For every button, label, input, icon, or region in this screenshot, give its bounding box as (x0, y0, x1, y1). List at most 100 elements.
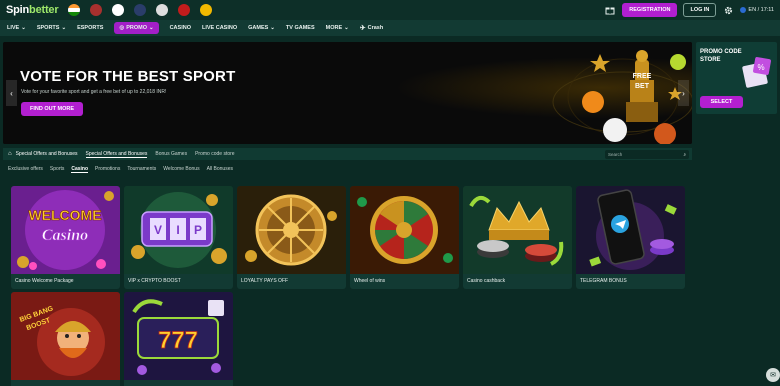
gift-icon[interactable] (604, 4, 616, 16)
bonus-card-casino-welcome[interactable]: WELCOME Casino Casino Welcome Package (11, 186, 120, 289)
nav-esports-label: ESPORTS (77, 25, 104, 31)
logo-main: Spin (6, 4, 30, 16)
tab-sports[interactable]: Sports (50, 166, 64, 173)
login-button[interactable]: LOG IN (683, 3, 717, 17)
logo-accent: better (29, 4, 59, 16)
breadcrumb-special-offers[interactable]: Special Offers and Bonuses (16, 151, 78, 157)
lang-time-label: EN / 17:11 (748, 7, 774, 13)
chevron-down-icon: ⌄ (344, 25, 349, 31)
chevron-down-icon: ⌄ (61, 25, 67, 31)
sponsor-badge-icon (200, 4, 213, 16)
nav-sports[interactable]: SPORTS ⌄ (37, 25, 66, 31)
tab-tournaments[interactable]: Tournaments (127, 166, 156, 173)
site-logo[interactable]: Spinbetter (6, 4, 59, 16)
bonus-card-big-bang[interactable]: BIG BANG BOOST (11, 292, 120, 386)
discount-box-icon: % (742, 57, 771, 88)
nav-live-label: LIVE (7, 25, 20, 31)
hero-title: VOTE FOR THE BEST SPORT (20, 68, 236, 85)
hero-subtitle: Vote for your favorite sport and get a f… (21, 89, 167, 95)
search-placeholder: Search (608, 151, 623, 157)
bonus-card-loyalty[interactable]: LOYALTY PAYS OFF (237, 186, 346, 289)
card-caption: VIP x CRYPTO BOOST (128, 278, 181, 284)
airplane-icon: ✈ (359, 25, 366, 32)
home-icon[interactable]: ⌂ (8, 151, 12, 157)
chevron-down-icon: ⌄ (270, 25, 275, 31)
card-caption: LOYALTY PAYS OFF (241, 278, 289, 284)
racing-icon (178, 4, 191, 16)
nav-esports[interactable]: ESPORTS (77, 25, 103, 31)
slot-777-artwork: 777 (124, 292, 233, 380)
chevron-down-icon: ⌄ (148, 25, 154, 31)
nav-more[interactable]: MORE ⌄ (326, 25, 349, 31)
tab-welcome-bonus[interactable]: Welcome Bonus (163, 166, 199, 173)
search-icon: ⌕ (683, 151, 686, 157)
cashback-crown-artwork (463, 186, 572, 274)
tab-bonus-games[interactable]: Bonus Games (155, 151, 187, 157)
tab-promotions[interactable]: Promotions (95, 166, 120, 173)
hero-next-arrow[interactable]: › (678, 80, 689, 106)
nav-crash[interactable]: ✈ Crash (360, 24, 383, 32)
find-out-more-button[interactable]: FIND OUT MORE (21, 102, 83, 116)
bonus-category-tabs: Exclusive offers Sports Casino Promotion… (8, 166, 240, 173)
nav-tv-games-label: TV GAMES (285, 25, 315, 31)
vip-slot-artwork: V I P (124, 186, 233, 274)
tab-exclusive-offers[interactable]: Exclusive offers (8, 166, 43, 173)
casino-welcome-artwork: WELCOME Casino (11, 186, 120, 274)
nav-games[interactable]: GAMES ⌄ (248, 25, 275, 31)
hero-banner: FREE BET ‹ › VOTE FOR THE BEST SPORT Vot… (3, 42, 692, 144)
live-chat-icon[interactable]: ✉ (766, 368, 780, 382)
nav-promo[interactable]: ◎ PROMO ⌄ (114, 22, 159, 34)
hero-prev-arrow[interactable]: ‹ (6, 80, 17, 106)
card-caption: TELEGRAM BONUS (580, 278, 627, 284)
main-nav: LIVE ⌄ SPORTS ⌄ ESPORTS ◎ PROMO ⌄ CASINO LIV… (0, 20, 780, 36)
card-caption: Casino cashback (467, 278, 506, 284)
tab-casino[interactable]: Casino (71, 166, 89, 173)
nav-promo-label: PROMO (126, 25, 147, 31)
breadcrumb: ⌂ Special Offers and Bonuses Special Off… (3, 148, 692, 160)
chevron-down-icon: ⌄ (21, 25, 26, 31)
telegram-phone-artwork (576, 186, 685, 274)
nav-casino-label: CASINO (169, 25, 191, 31)
bonus-card-telegram[interactable]: TELEGRAM BONUS (576, 186, 685, 289)
search-input[interactable]: Search ⌕ (605, 149, 689, 159)
nav-games-label: GAMES (248, 25, 269, 31)
nav-live-casino[interactable]: LIVE CASINO (202, 25, 237, 31)
cricket-icon (156, 4, 169, 16)
nav-tv-games[interactable]: TV GAMES (286, 25, 315, 31)
big-bang-artwork: BIG BANG BOOST (11, 292, 120, 380)
select-button[interactable]: SELECT (700, 96, 743, 108)
football-club-icon (90, 4, 103, 16)
promo-code-store-panel: PROMO CODE STORE % SELECT (696, 42, 777, 114)
nav-casino[interactable]: CASINO (170, 25, 191, 31)
card-caption: Casino Welcome Package (15, 278, 74, 284)
tab-all-bonuses[interactable]: All Bonuses (207, 166, 233, 173)
registration-button[interactable]: REGISTRATION (622, 3, 678, 17)
svg-text:%: % (757, 63, 764, 72)
settings-gear-icon[interactable] (722, 4, 734, 16)
svg-text:V: V (154, 223, 162, 237)
tournament-icon (112, 4, 125, 16)
promo-icon: ◎ (119, 25, 125, 31)
bonus-card-wheel-of-wins[interactable]: Wheel of wins (350, 186, 459, 289)
bonus-card-vip-crypto[interactable]: V I P VIP x CRYPTO BOOST (124, 186, 233, 289)
loyalty-wheel-artwork (237, 186, 346, 274)
svg-text:FREE: FREE (633, 73, 652, 80)
globe-icon (740, 7, 747, 13)
nav-live[interactable]: LIVE ⌄ (7, 25, 26, 31)
svg-text:P: P (194, 223, 202, 237)
bonus-card-casino-cashback[interactable]: Casino cashback (463, 186, 572, 289)
tab-promo-code-store[interactable]: Promo code store (195, 151, 234, 157)
nav-sports-label: SPORTS (36, 25, 60, 31)
svg-text:777: 777 (158, 327, 198, 354)
svg-text:WELCOME: WELCOME (28, 207, 101, 223)
nav-more-label: MORE (325, 25, 343, 31)
bonus-card-777[interactable]: 777 (124, 292, 233, 386)
promo-code-store-title: PROMO CODE STORE (700, 49, 742, 63)
nav-crash-label: Crash (367, 25, 384, 31)
svg-text:I: I (176, 223, 179, 237)
nav-live-casino-label: LIVE CASINO (201, 25, 238, 31)
svg-text:BET: BET (635, 83, 650, 90)
league-icon (134, 4, 147, 16)
language-time-selector[interactable]: EN / 17:11 (740, 7, 774, 13)
tab-special-offers[interactable]: Special Offers and Bonuses (85, 151, 148, 158)
